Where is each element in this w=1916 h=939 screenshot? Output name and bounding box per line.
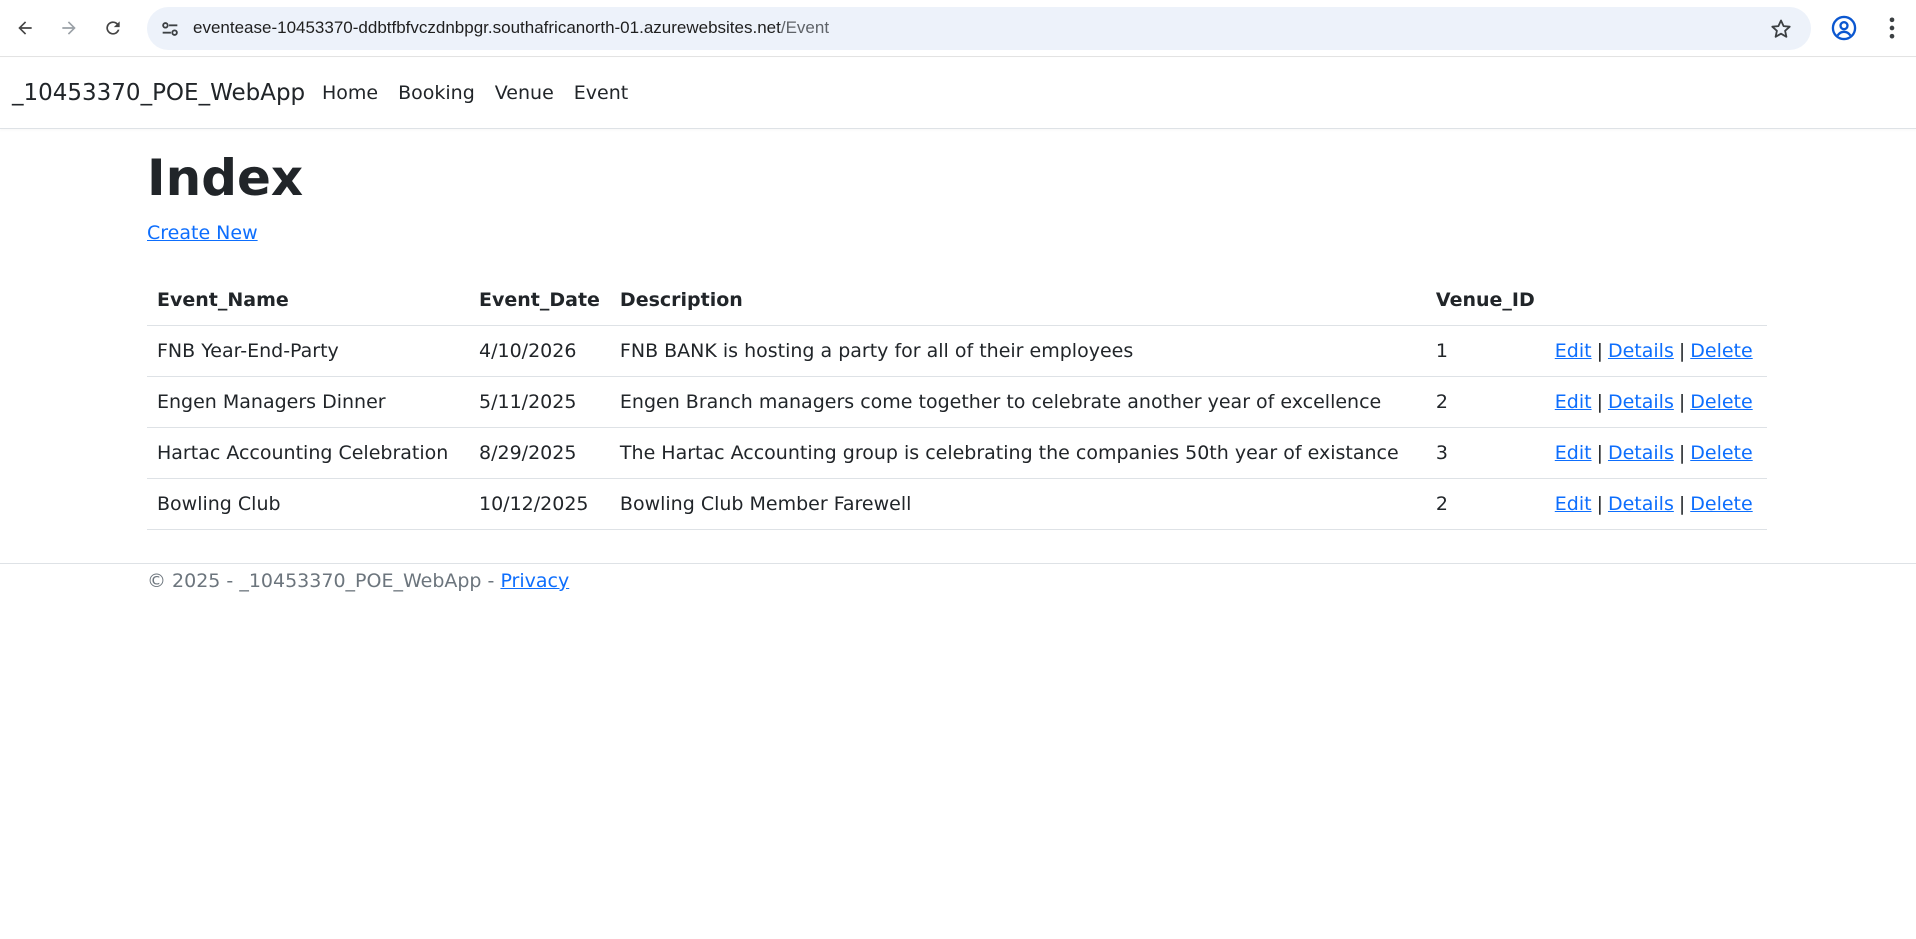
cell-event-name: FNB Year-End-Party (147, 325, 469, 377)
cell-event-name: Hartac Accounting Celebration (147, 427, 469, 479)
separator: | (1596, 339, 1603, 362)
cell-venue-id: 1 (1425, 325, 1545, 377)
edit-link[interactable]: Edit (1555, 493, 1592, 515)
nav-link-booking[interactable]: Booking (398, 82, 475, 104)
site-navbar: _10453370_POE_WebApp Home Booking Venue … (0, 58, 1916, 129)
cell-event-date: 5/11/2025 (469, 376, 610, 428)
table-row: FNB Year-End-Party 4/10/2026 FNB BANK is… (147, 325, 1767, 377)
separator: | (1596, 390, 1603, 413)
details-link[interactable]: Details (1608, 391, 1674, 413)
back-arrow-icon[interactable] (10, 13, 40, 43)
nav-links: Home Booking Venue Event (322, 82, 648, 104)
cell-event-name: Bowling Club (147, 478, 469, 530)
cell-actions: Edit | Details | Delete (1544, 478, 1767, 530)
delete-link[interactable]: Delete (1690, 442, 1752, 464)
nav-link-home[interactable]: Home (322, 82, 378, 104)
cell-actions: Edit | Details | Delete (1544, 376, 1767, 428)
details-link[interactable]: Details (1608, 493, 1674, 515)
cell-description: Engen Branch managers come together to c… (609, 376, 1426, 428)
nav-link-event[interactable]: Event (574, 82, 628, 104)
details-link[interactable]: Details (1608, 442, 1674, 464)
create-new-link[interactable]: Create New (147, 222, 258, 244)
edit-link[interactable]: Edit (1555, 340, 1592, 362)
cell-actions: Edit | Details | Delete (1544, 325, 1767, 377)
footer-divider (0, 563, 1916, 564)
events-table: Event_Name Event_Date Description Venue_… (147, 275, 1767, 530)
table-row: Engen Managers Dinner 5/11/2025 Engen Br… (147, 376, 1767, 428)
cell-description: Bowling Club Member Farewell (609, 478, 1426, 530)
table-row: Hartac Accounting Celebration 8/29/2025 … (147, 427, 1767, 479)
address-bar[interactable]: eventease-10453370-ddbtfbfvczdnbpgr.sout… (147, 7, 1811, 50)
delete-link[interactable]: Delete (1690, 340, 1752, 362)
separator: | (1596, 492, 1603, 515)
url-path: /Event (780, 18, 830, 37)
edit-link[interactable]: Edit (1555, 442, 1592, 464)
cell-actions: Edit | Details | Delete (1544, 427, 1767, 479)
nav-link-venue[interactable]: Venue (495, 82, 554, 104)
delete-link[interactable]: Delete (1690, 493, 1752, 515)
cell-venue-id: 2 (1425, 376, 1545, 428)
separator: | (1678, 339, 1686, 362)
separator: | (1596, 441, 1603, 464)
url-text[interactable]: eventease-10453370-ddbtfbfvczdnbpgr.sout… (193, 18, 829, 38)
cell-venue-id: 3 (1425, 427, 1545, 479)
profile-icon[interactable] (1830, 14, 1858, 42)
site-info-icon[interactable] (159, 18, 181, 40)
table-row: Bowling Club 10/12/2025 Bowling Club Mem… (147, 478, 1767, 530)
cell-description: The Hartac Accounting group is celebrati… (609, 427, 1426, 479)
cell-venue-id: 2 (1425, 478, 1545, 530)
cell-event-date: 8/29/2025 (469, 427, 610, 479)
table-header-row: Event_Name Event_Date Description Venue_… (147, 275, 1767, 326)
url-host: eventease-10453370-ddbtfbfvczdnbpgr.sout… (193, 18, 781, 37)
separator: | (1678, 441, 1686, 464)
footer: © 2025 - _10453370_POE_WebApp - Privacy (147, 570, 569, 592)
privacy-link[interactable]: Privacy (500, 570, 569, 592)
cell-event-date: 4/10/2026 (469, 325, 610, 377)
header-event-name: Event_Name (147, 275, 469, 326)
footer-text: © 2025 - _10453370_POE_WebApp - (147, 570, 501, 592)
edit-link[interactable]: Edit (1555, 391, 1592, 413)
separator: | (1678, 492, 1686, 515)
page-title: Index (147, 149, 304, 207)
cell-description: FNB BANK is hosting a party for all of t… (609, 325, 1426, 377)
header-event-date: Event_Date (469, 275, 610, 326)
header-actions (1544, 275, 1767, 326)
forward-arrow-icon[interactable] (54, 13, 84, 43)
header-venue-id: Venue_ID (1425, 275, 1545, 326)
cell-event-date: 10/12/2025 (469, 478, 610, 530)
menu-dots-icon[interactable] (1878, 14, 1906, 42)
browser-toolbar: eventease-10453370-ddbtfbfvczdnbpgr.sout… (0, 0, 1916, 57)
brand-link[interactable]: _10453370_POE_WebApp (12, 80, 305, 106)
delete-link[interactable]: Delete (1690, 391, 1752, 413)
reload-icon[interactable] (98, 13, 128, 43)
details-link[interactable]: Details (1608, 340, 1674, 362)
cell-event-name: Engen Managers Dinner (147, 376, 469, 428)
star-icon[interactable] (1769, 17, 1793, 41)
separator: | (1678, 390, 1686, 413)
header-description: Description (609, 275, 1426, 326)
